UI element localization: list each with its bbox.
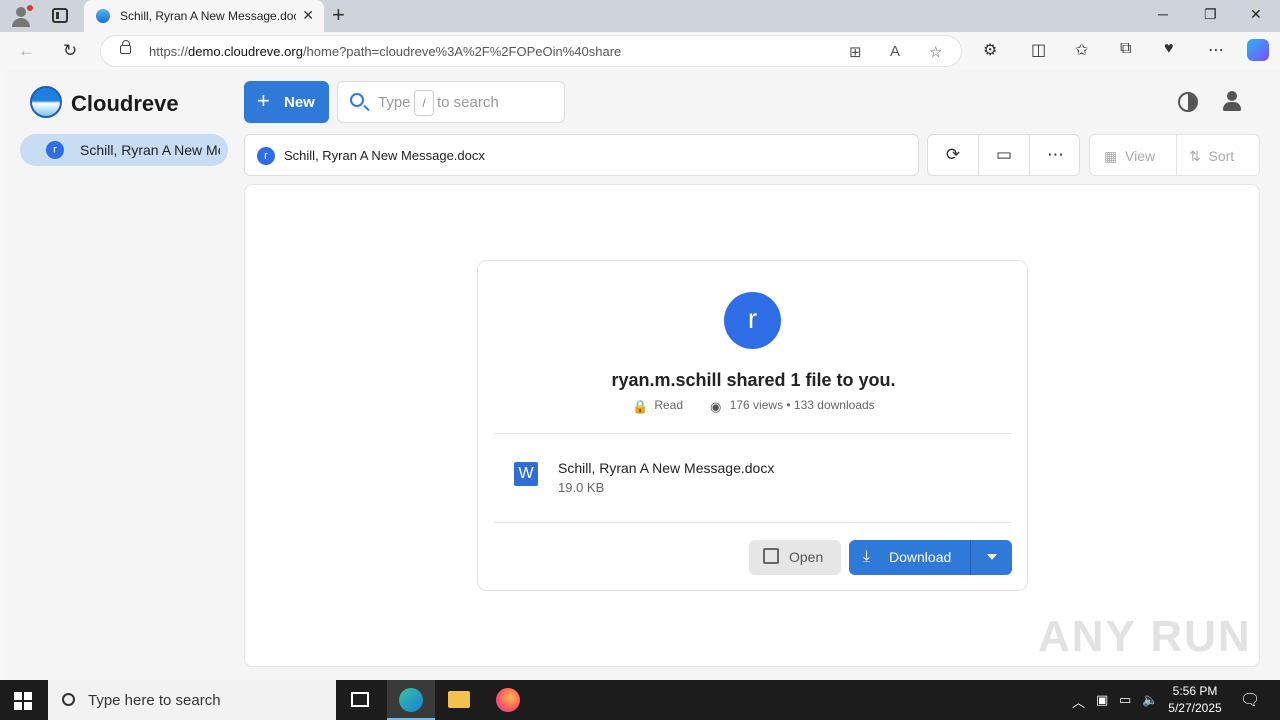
close-tab-icon[interactable]: ✕ [302,7,314,24]
share-meta: 🔒 Read ◉ 176 views • 133 downloads [478,398,1029,414]
sort-icon: ⇅ [1189,148,1201,164]
read-aloud-icon[interactable]: A [890,43,900,60]
show-hidden-icons[interactable]: ︿ [1072,692,1085,711]
back-icon[interactable]: ← [18,41,35,61]
notifications-icon[interactable]: 🗨 [1240,690,1260,710]
taskbar-clock[interactable]: 5:56 PM 5/27/2025 [1160,683,1230,717]
theme-toggle-icon[interactable] [1178,92,1198,112]
download-button[interactable]: ⤓ Download [849,540,1012,575]
favorites-icon[interactable]: ✩ [1075,40,1088,60]
download-options-dropdown[interactable] [987,554,997,560]
tab-title: Schill, Ryran A New Message.docx [120,9,296,23]
windows-start-icon[interactable] [14,692,32,710]
permission-icon: 🔒 [632,398,649,414]
view-sort-group: ▦ View ⇅ Sort [1089,134,1260,176]
browser-essentials-icon[interactable]: ♥ [1164,40,1174,58]
app-available-icon[interactable]: ⊞ [849,43,862,61]
share-card: r ryan.m.schill shared 1 file to you. 🔒 R… [477,260,1028,591]
user-account-icon[interactable] [1222,91,1242,113]
new-tab-icon[interactable]: + [332,4,345,26]
new-button[interactable]: + New [244,81,329,123]
edge-taskbar-icon[interactable] [387,680,435,720]
sort-button[interactable]: ⇅ Sort [1189,148,1234,165]
url-text[interactable]: https://demo.cloudreve.org/home?path=clo… [149,44,621,59]
clock-date: 5/27/2025 [1168,701,1222,715]
minimize-icon[interactable]: ─ [1158,6,1168,22]
cloudreve-logo-icon [30,86,62,118]
breadcrumb[interactable]: r Schill, Ryran A New Message.docx [244,134,919,176]
refresh-icon[interactable]: ↻ [63,41,77,61]
open-button[interactable]: Open [749,540,841,575]
search-icon [62,693,75,706]
extensions-icon[interactable]: ⚙ [983,40,997,60]
device-icon[interactable]: ▣ [1096,692,1108,708]
view-button[interactable]: ▦ View [1104,148,1155,165]
plus-icon: + [257,88,270,113]
browser-tab[interactable]: Schill, Ryran A New Message.docx ✕ [84,0,324,32]
download-icon: ⤓ [863,548,871,565]
anyrun-watermark: ANY RUN [1038,612,1252,661]
file-name: Schill, Ryran A New Message.docx [558,460,775,476]
split-screen-icon[interactable]: ◫ [1031,40,1046,60]
more-menu-icon[interactable]: ⋯ [1208,40,1224,60]
volume-icon[interactable]: 🔈 [1142,692,1158,708]
firefox-icon[interactable] [484,680,532,720]
collections-icon[interactable]: ⧉ [1120,40,1131,58]
selection-button[interactable]: ▭ [979,135,1030,175]
sidebar-item-label: Schill, Ryran A New Message.docx [80,142,220,158]
sidebar-item-shared-file[interactable]: r Schill, Ryran A New Message.docx [20,134,228,166]
share-stats: 176 views • 133 downloads [729,398,875,412]
grid-icon: ▦ [1104,148,1118,164]
open-external-icon [763,548,779,564]
sharer-avatar: r [724,292,781,349]
refresh-button[interactable]: ⟳ [928,135,979,175]
file-explorer-icon[interactable] [435,680,483,720]
taskbar-search-input[interactable]: Type here to search [48,680,336,720]
profile-icon[interactable] [10,5,33,27]
share-headline: ryan.m.schill shared 1 file to you. [611,370,896,390]
brand-name: Cloudreve [71,91,179,116]
file-size: 19.0 KB [558,480,605,495]
clock-time: 5:56 PM [1172,684,1218,698]
tab-actions-icon[interactable] [52,8,68,23]
browser-tab-strip: Schill, Ryran A New Message.docx ✕ + ─ ❐… [0,0,1280,32]
favorite-star-icon[interactable]: ☆ [929,43,942,61]
search-icon [350,93,364,107]
more-actions-button[interactable]: ⋯ [1030,135,1081,175]
word-document-icon: W [514,462,538,486]
copilot-icon[interactable] [1247,39,1269,61]
lock-icon[interactable] [120,40,131,54]
search-input[interactable]: Type / to search [337,81,565,123]
avatar: r [46,141,64,159]
permission-label: Read [654,398,684,412]
windows-taskbar: Type here to search ︿ ▣ ▭ 🔈 5:56 PM 5/27… [0,680,1280,720]
maximize-icon[interactable]: ❐ [1204,6,1217,23]
close-window-icon[interactable]: ✕ [1250,6,1262,23]
avatar: r [257,147,275,165]
shortcut-key: / [414,90,434,116]
main-content: r ryan.m.schill shared 1 file to you. 🔒 R… [244,184,1260,667]
network-icon[interactable]: ▭ [1119,692,1131,708]
task-view-icon[interactable] [336,680,384,720]
address-bar[interactable]: https://demo.cloudreve.org/home?path=clo… [100,35,962,67]
cloudreve-app: Cloudreve r Schill, Ryran A New Message.… [4,70,1280,680]
breadcrumb-label: Schill, Ryran A New Message.docx [284,148,485,163]
eye-icon: ◉ [710,398,722,414]
cloudreve-favicon-icon [96,9,110,23]
file-action-group: ⟳ ▭ ⋯ [927,134,1080,176]
